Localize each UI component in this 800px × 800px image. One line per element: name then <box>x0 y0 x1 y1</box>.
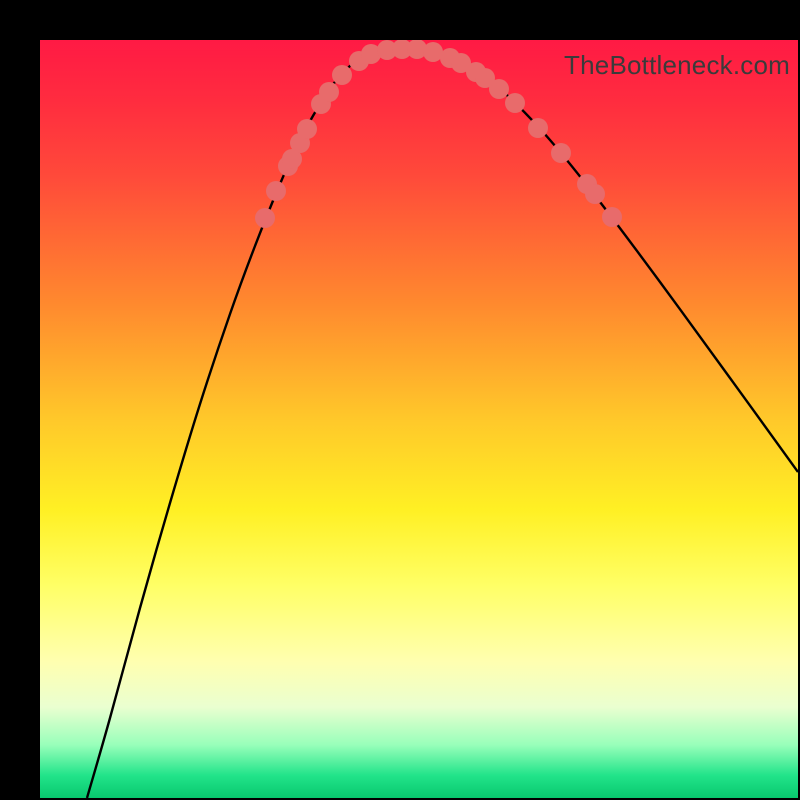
data-marker <box>489 79 509 99</box>
data-marker <box>585 184 605 204</box>
data-marker <box>528 118 548 138</box>
data-marker <box>332 65 352 85</box>
data-marker <box>297 119 317 139</box>
data-marker <box>266 181 286 201</box>
curve-line <box>87 50 798 798</box>
data-marker <box>319 82 339 102</box>
data-marker <box>505 93 525 113</box>
data-marker <box>602 207 622 227</box>
chart-frame: TheBottleneck.com <box>0 0 800 800</box>
plot-area: TheBottleneck.com <box>40 40 798 798</box>
data-marker <box>551 143 571 163</box>
data-marker <box>255 208 275 228</box>
chart-svg <box>40 40 798 798</box>
data-marker <box>423 42 443 62</box>
